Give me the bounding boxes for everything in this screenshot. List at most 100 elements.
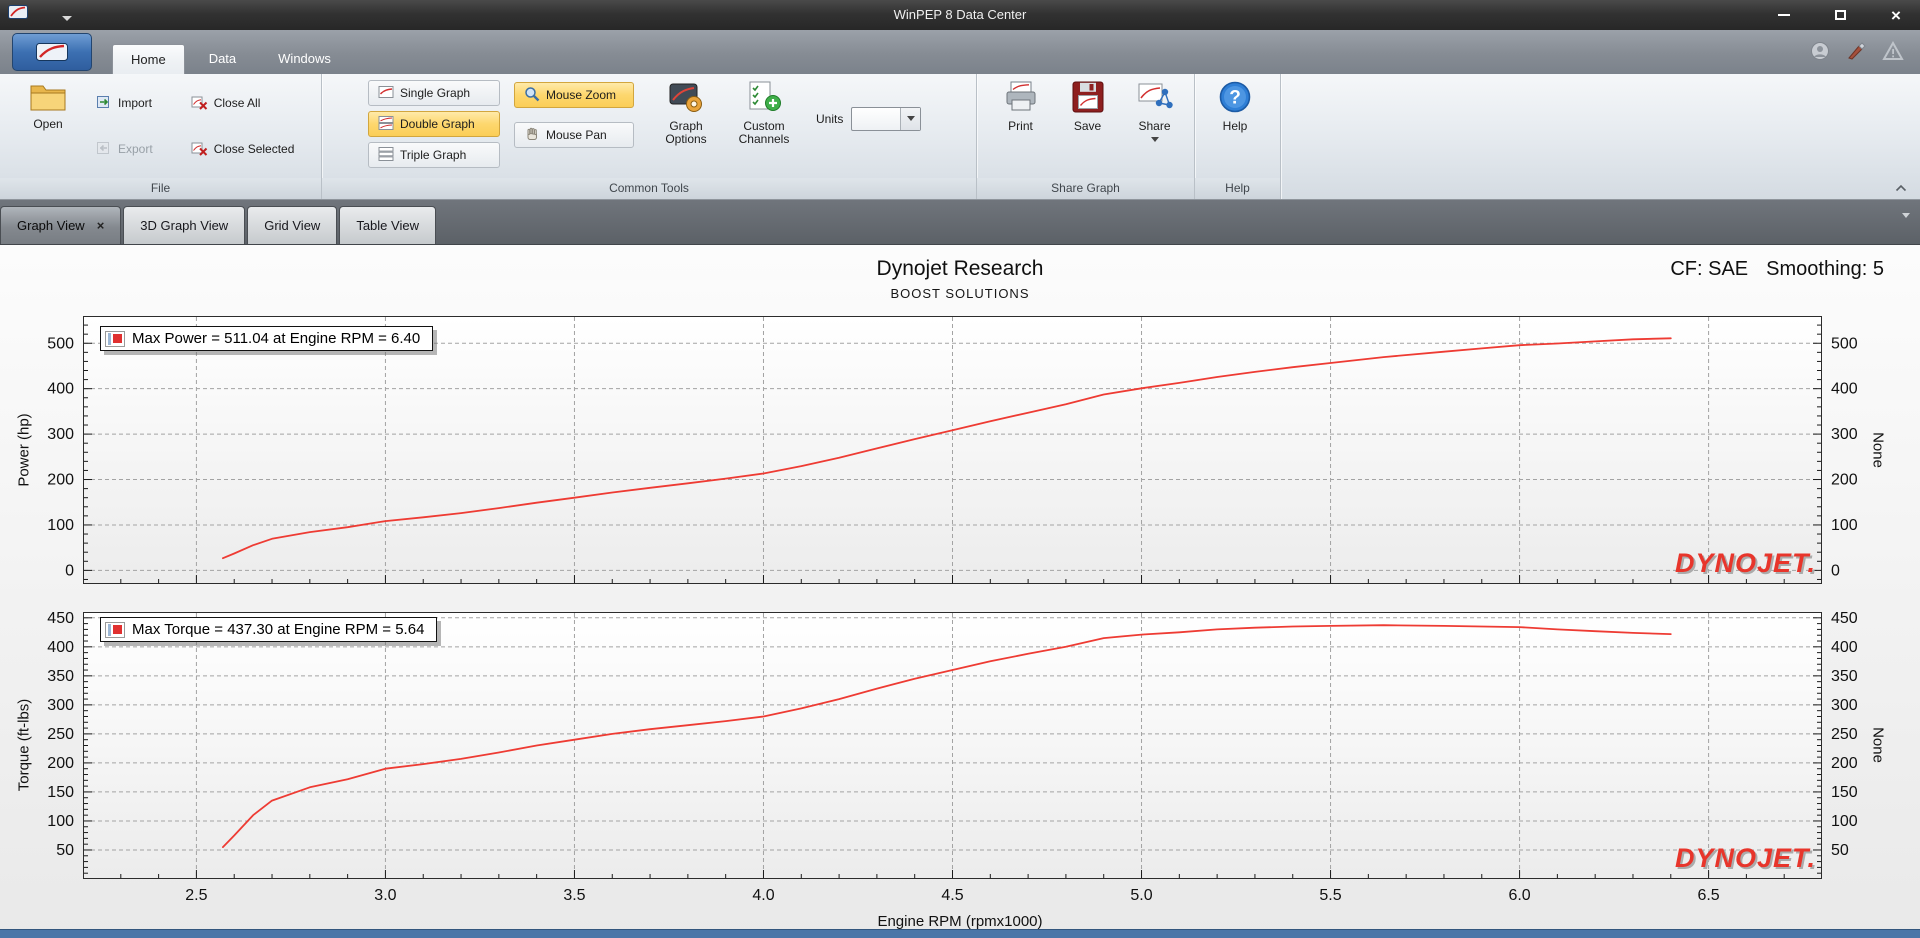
save-button[interactable]: Save — [1054, 74, 1121, 133]
maximize-button[interactable] — [1830, 5, 1850, 25]
share-button[interactable]: Share — [1121, 74, 1188, 142]
open-button[interactable]: Open — [14, 74, 82, 131]
help-button[interactable]: ? Help — [1201, 74, 1269, 133]
ribbon-group-file: Open Import Export Close All Close Selec… — [0, 74, 322, 199]
ribbon-group-common-tools: Single Graph Double Graph Triple Graph M… — [322, 74, 977, 199]
svg-text:100: 100 — [47, 813, 74, 830]
folder-open-icon — [29, 80, 67, 115]
ribbon-collapse-chevron-icon[interactable] — [1892, 180, 1910, 196]
dynojet-watermark: DYNOJET. — [1674, 548, 1816, 578]
svg-text:200: 200 — [1831, 755, 1858, 772]
tab-overflow-arrow-icon[interactable] — [1902, 213, 1910, 236]
double-graph-icon — [378, 115, 394, 133]
svg-text:250: 250 — [47, 726, 74, 743]
svg-text:200: 200 — [1831, 472, 1858, 489]
svg-text:5.5: 5.5 — [1319, 887, 1341, 904]
legend-series-swatch — [105, 330, 125, 347]
print-button[interactable]: Print — [987, 74, 1054, 133]
torque-legend[interactable]: Max Torque = 437.30 at Engine RPM = 5.64 — [100, 617, 438, 642]
help-icon: ? — [1218, 80, 1252, 117]
brush-icon[interactable] — [1846, 41, 1866, 66]
power-axis-label: Power (hp) — [15, 413, 33, 487]
svg-text:300: 300 — [1831, 697, 1858, 714]
close-all-button[interactable]: Close All — [181, 90, 305, 116]
triple-graph-icon — [378, 146, 394, 164]
svg-text:300: 300 — [47, 426, 74, 443]
triple-graph-button[interactable]: Triple Graph — [368, 142, 500, 168]
svg-text:4.0: 4.0 — [752, 887, 774, 904]
save-icon — [1071, 80, 1105, 117]
maximize-icon — [1834, 10, 1846, 20]
ribbon-tab-windows[interactable]: Windows — [260, 44, 349, 74]
tab-close-icon[interactable]: × — [97, 219, 105, 232]
svg-text:3.0: 3.0 — [374, 887, 396, 904]
svg-text:500: 500 — [1831, 335, 1858, 352]
titlebar: WinPEP 8 Data Center × — [0, 0, 1920, 30]
double-graph-button[interactable]: Double Graph — [368, 111, 500, 137]
svg-text:300: 300 — [1831, 426, 1858, 443]
ribbon-tab-row: Home Data Windows — [0, 30, 1920, 74]
svg-text:450: 450 — [1831, 610, 1858, 627]
share-icon — [1137, 80, 1173, 117]
svg-text:0: 0 — [65, 562, 74, 579]
dynojet-watermark: DYNOJET. — [1674, 843, 1816, 873]
group-label-common-tools: Common Tools — [322, 178, 976, 199]
tab-grid-view[interactable]: Grid View — [247, 206, 338, 244]
printer-icon — [1003, 80, 1039, 117]
svg-text:250: 250 — [1831, 726, 1858, 743]
graph-options-button[interactable]: Graph Options — [652, 74, 720, 146]
units-value — [852, 108, 900, 130]
mouse-zoom-button[interactable]: Mouse Zoom — [514, 82, 634, 108]
svg-text:150: 150 — [1831, 784, 1858, 801]
custom-channels-button[interactable]: Custom Channels — [730, 74, 798, 146]
single-graph-icon — [378, 85, 394, 102]
group-label-help: Help — [1195, 178, 1280, 199]
power-legend[interactable]: Max Power = 511.04 at Engine RPM = 6.40 — [100, 326, 434, 351]
svg-text:2.5: 2.5 — [185, 887, 207, 904]
svg-text:400: 400 — [1831, 381, 1858, 398]
document-tab-bar: Graph View × 3D Graph View Grid View Tab… — [0, 200, 1920, 245]
alert-icon[interactable] — [1882, 40, 1904, 66]
winpep-logo-icon — [36, 43, 68, 61]
units-dropdown-arrow-icon[interactable] — [900, 107, 921, 130]
svg-text:500: 500 — [47, 335, 74, 352]
tab-graph-view[interactable]: Graph View × — [0, 206, 122, 244]
single-graph-button[interactable]: Single Graph — [368, 80, 500, 106]
svg-text:0: 0 — [1831, 562, 1840, 579]
mouse-pan-button[interactable]: Mouse Pan — [514, 122, 634, 148]
svg-text:5.0: 5.0 — [1130, 887, 1152, 904]
svg-text:100: 100 — [47, 517, 74, 534]
minimize-button[interactable] — [1774, 5, 1794, 25]
torque-axis-label: Torque (ft-lbs) — [15, 698, 33, 792]
units-dropdown[interactable] — [851, 106, 922, 131]
svg-text:4.5: 4.5 — [941, 887, 963, 904]
custom-channels-icon — [746, 80, 782, 117]
close-selected-button[interactable]: Close Selected — [181, 136, 305, 162]
svg-text:300: 300 — [47, 697, 74, 714]
close-button[interactable]: × — [1886, 5, 1906, 25]
tab-table-view[interactable]: Table View — [339, 206, 436, 244]
svg-text:400: 400 — [47, 381, 74, 398]
tab-3d-graph-view[interactable]: 3D Graph View — [123, 206, 246, 244]
user-icon[interactable] — [1810, 41, 1830, 66]
ribbon-tab-home[interactable]: Home — [112, 44, 185, 74]
svg-text:400: 400 — [47, 639, 74, 656]
svg-text:50: 50 — [1831, 842, 1849, 859]
window-title: WinPEP 8 Data Center — [893, 7, 1027, 22]
close-icon: × — [1891, 5, 1901, 25]
svg-text:150: 150 — [47, 784, 74, 801]
share-dropdown-arrow-icon[interactable] — [1150, 137, 1159, 142]
svg-text:100: 100 — [1831, 813, 1858, 830]
export-button: Export — [86, 136, 163, 162]
magnifier-icon — [524, 86, 540, 105]
graph-options-icon — [668, 80, 704, 117]
x-axis-label: Engine RPM (rpmx1000) — [877, 913, 1043, 930]
svg-text:400: 400 — [1831, 639, 1858, 656]
minimize-icon — [1778, 14, 1790, 16]
import-button[interactable]: Import — [86, 90, 163, 116]
svg-text:100: 100 — [1831, 517, 1858, 534]
application-menu-button[interactable] — [12, 33, 92, 71]
ribbon-group-share-graph: Print Save Share Share Graph — [977, 74, 1195, 199]
svg-text:?: ? — [1229, 88, 1241, 109]
ribbon-tab-data[interactable]: Data — [191, 44, 254, 74]
